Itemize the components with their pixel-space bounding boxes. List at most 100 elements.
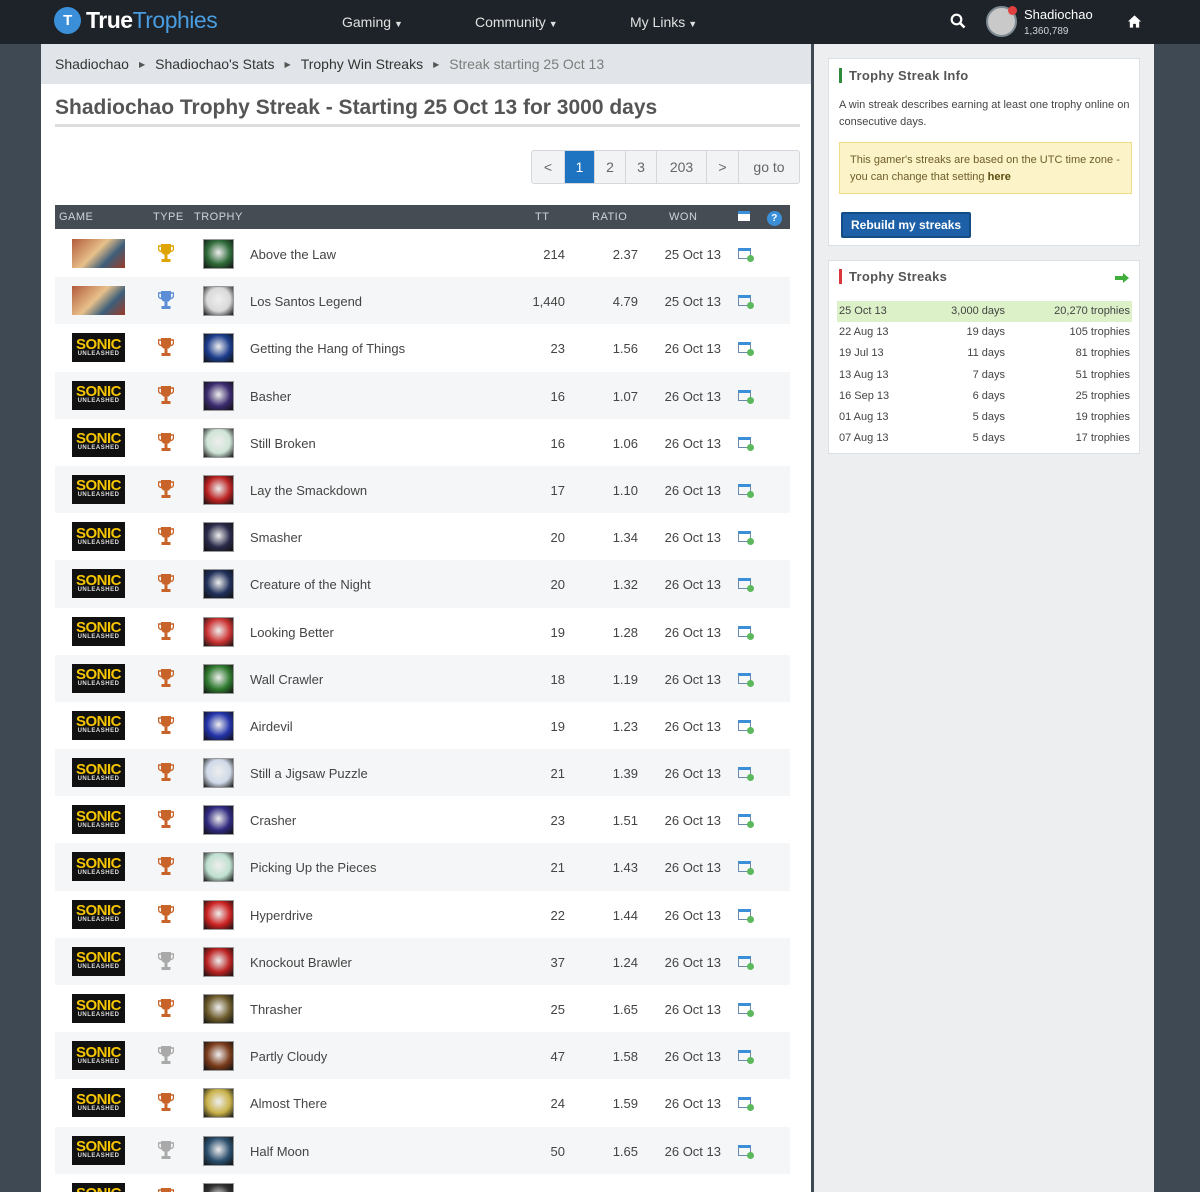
calendar-add-icon[interactable] bbox=[738, 672, 754, 687]
pagination-prev[interactable]: < bbox=[532, 151, 565, 183]
trophy-name[interactable]: Almost There bbox=[250, 1096, 327, 1111]
col-game[interactable]: GAME bbox=[59, 211, 93, 223]
breadcrumb-item[interactable]: Trophy Win Streaks bbox=[301, 56, 423, 72]
calendar-add-icon[interactable] bbox=[738, 295, 754, 310]
trophy-icon[interactable] bbox=[203, 569, 234, 600]
game-icon[interactable]: SONICUNLEASHED bbox=[72, 522, 125, 552]
game-icon[interactable]: SONICUNLEASHED bbox=[72, 852, 125, 882]
trophy-icon[interactable] bbox=[203, 663, 234, 694]
calendar-add-icon[interactable] bbox=[738, 955, 754, 970]
trophy-name[interactable]: Knockout Brawler bbox=[250, 955, 352, 970]
col-tt[interactable]: TT bbox=[535, 211, 549, 223]
pagination-last[interactable]: 203 bbox=[657, 151, 707, 183]
trophy-icon[interactable] bbox=[203, 805, 234, 836]
trophy-icon[interactable] bbox=[203, 710, 234, 741]
calendar-add-icon[interactable] bbox=[738, 531, 754, 546]
trophy-icon[interactable] bbox=[203, 522, 234, 553]
site-logo[interactable]: T True Trophies bbox=[54, 7, 218, 34]
col-trophy[interactable]: TROPHY bbox=[194, 211, 243, 223]
trophy-icon[interactable] bbox=[203, 1088, 234, 1119]
calendar-add-icon[interactable] bbox=[738, 861, 754, 876]
trophy-icon[interactable] bbox=[203, 758, 234, 789]
trophy-icon[interactable] bbox=[203, 994, 234, 1024]
rebuild-streaks-button[interactable]: Rebuild my streaks bbox=[841, 212, 972, 238]
calendar-add-icon[interactable] bbox=[738, 908, 754, 923]
game-icon[interactable] bbox=[72, 286, 125, 316]
game-icon[interactable]: SONICUNLEASHED bbox=[72, 805, 125, 835]
breadcrumb-item[interactable]: Shadiochao's Stats bbox=[155, 56, 274, 72]
streak-row[interactable]: 25 Oct 13 3,000 days 20,270 trophies bbox=[837, 301, 1132, 323]
game-icon[interactable]: SONICUNLEASHED bbox=[72, 758, 125, 788]
calendar-add-icon[interactable] bbox=[738, 342, 754, 357]
trophy-icon[interactable] bbox=[203, 899, 234, 930]
game-icon[interactable]: SONICUNLEASHED bbox=[72, 1135, 125, 1165]
streak-row[interactable]: 01 Aug 13 5 days 19 trophies bbox=[837, 407, 1132, 428]
trophy-icon[interactable] bbox=[203, 474, 234, 505]
game-icon[interactable]: SONICUNLEASHED bbox=[72, 569, 125, 599]
calendar-add-icon[interactable] bbox=[738, 625, 754, 640]
col-type[interactable]: TYPE bbox=[153, 211, 184, 223]
trophy-name[interactable]: Crasher bbox=[250, 813, 296, 828]
help-icon[interactable]: ? bbox=[767, 211, 782, 226]
nav-my-links[interactable]: My Links ▼ bbox=[630, 14, 697, 30]
streak-row[interactable]: 22 Aug 13 19 days 105 trophies bbox=[837, 322, 1132, 343]
arrow-right-icon[interactable] bbox=[1115, 273, 1129, 283]
trophy-icon[interactable] bbox=[203, 1041, 234, 1072]
trophy-name[interactable]: Half Moon bbox=[250, 1144, 309, 1159]
pagination-goto[interactable]: go to bbox=[739, 151, 799, 183]
calendar-add-icon[interactable] bbox=[738, 483, 754, 498]
game-icon[interactable]: SONICUNLEASHED bbox=[72, 663, 125, 693]
streak-row[interactable]: 07 Aug 13 5 days 17 trophies bbox=[837, 428, 1132, 449]
game-icon[interactable]: SONICUNLEASHED bbox=[72, 1088, 125, 1118]
trophy-icon[interactable] bbox=[203, 333, 234, 364]
trophy-icon[interactable] bbox=[203, 616, 234, 647]
trophy-icon[interactable] bbox=[203, 1182, 234, 1192]
trophy-icon[interactable] bbox=[203, 286, 234, 317]
trophy-name[interactable]: Basher bbox=[250, 389, 291, 404]
calendar-add-icon[interactable] bbox=[738, 1144, 754, 1159]
trophy-icon[interactable] bbox=[203, 946, 234, 977]
pagination-page[interactable]: 1 bbox=[565, 151, 595, 183]
col-ratio[interactable]: RATIO bbox=[592, 211, 627, 223]
trophy-name[interactable]: Getting the Hang of Things bbox=[250, 341, 405, 356]
trophy-name[interactable]: Hyperdrive bbox=[250, 908, 313, 923]
game-icon[interactable] bbox=[72, 239, 125, 268]
trophy-icon[interactable] bbox=[203, 427, 234, 458]
trophy-name[interactable]: Thrasher bbox=[250, 1002, 302, 1017]
home-icon[interactable] bbox=[1127, 14, 1142, 29]
trophy-name[interactable]: Still Broken bbox=[250, 436, 316, 451]
trophy-icon[interactable] bbox=[203, 239, 234, 269]
streak-row[interactable]: 13 Aug 13 7 days 51 trophies bbox=[837, 365, 1132, 386]
trophy-name[interactable]: Smasher bbox=[250, 530, 302, 545]
search-icon[interactable] bbox=[950, 13, 966, 29]
streak-row[interactable]: 19 Jul 13 11 days 81 trophies bbox=[837, 343, 1132, 364]
trophy-name[interactable]: Still a Jigsaw Puzzle bbox=[250, 766, 368, 781]
trophy-name[interactable]: Creature of the Night bbox=[250, 577, 371, 592]
game-icon[interactable]: SONICUNLEASHED bbox=[72, 994, 125, 1023]
user-avatar[interactable] bbox=[986, 6, 1017, 37]
pagination-page[interactable]: 2 bbox=[595, 151, 626, 183]
game-icon[interactable]: SONICUNLEASHED bbox=[72, 333, 125, 363]
trophy-name[interactable]: Partly Cloudy bbox=[250, 1049, 327, 1064]
calendar-add-icon[interactable] bbox=[738, 719, 754, 734]
calendar-add-icon[interactable] bbox=[738, 1050, 754, 1065]
calendar-add-icon[interactable] bbox=[738, 767, 754, 782]
game-icon[interactable]: SONICUNLEASHED bbox=[72, 474, 125, 504]
trophy-name[interactable]: Lay the Smackdown bbox=[250, 483, 367, 498]
calendar-add-icon[interactable] bbox=[738, 814, 754, 829]
game-icon[interactable]: SONICUNLEASHED bbox=[72, 1041, 125, 1071]
game-icon[interactable]: SONICUNLEASHED bbox=[72, 380, 125, 410]
trophy-name[interactable]: Picking Up the Pieces bbox=[250, 860, 376, 875]
calendar-add-icon[interactable] bbox=[738, 248, 754, 262]
trophy-name[interactable]: Wall Crawler bbox=[250, 672, 323, 687]
trophy-name[interactable]: Airdevil bbox=[250, 719, 293, 734]
nav-gaming[interactable]: Gaming ▼ bbox=[342, 14, 403, 30]
calendar-add-icon[interactable] bbox=[738, 389, 754, 404]
game-icon[interactable]: SONICUNLEASHED bbox=[72, 899, 125, 929]
calendar-add-icon[interactable] bbox=[738, 436, 754, 451]
timezone-note-link[interactable]: here bbox=[988, 171, 1011, 183]
username[interactable]: Shadiochao bbox=[1024, 7, 1093, 22]
pagination-page[interactable]: 3 bbox=[626, 151, 657, 183]
trophy-name[interactable]: Los Santos Legend bbox=[250, 294, 362, 309]
trophy-name[interactable]: Above the Law bbox=[250, 247, 336, 262]
